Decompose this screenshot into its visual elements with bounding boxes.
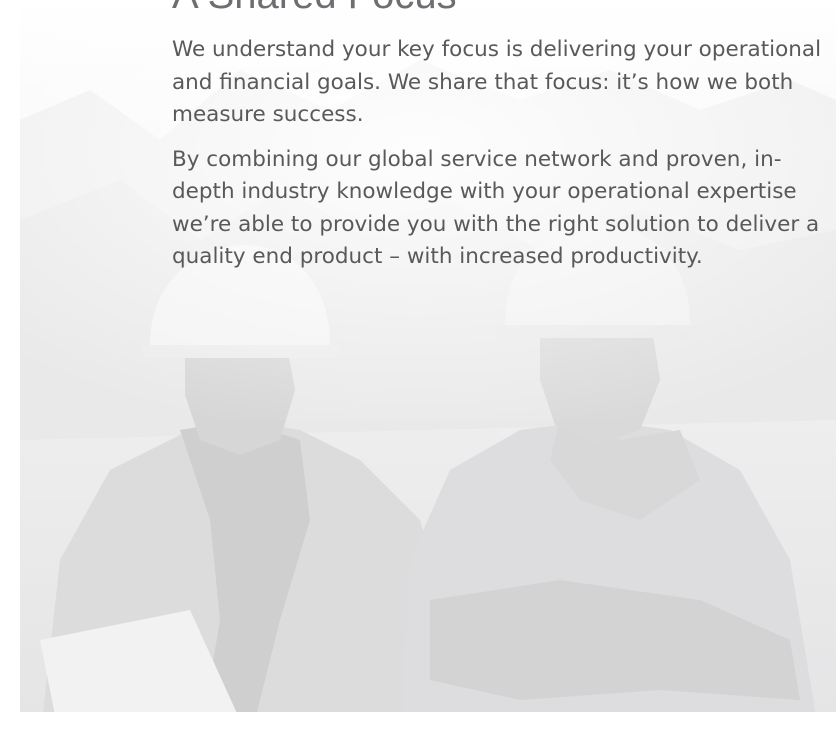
body-copy: We understand your key focus is deliveri… [172, 34, 822, 286]
brochure-page: A Shared Focus We understand your key fo… [0, 0, 836, 740]
section-heading: A Shared Focus [172, 0, 457, 18]
intro-paragraph: We understand your key focus is deliveri… [172, 37, 822, 127]
approach-paragraph: By combining our global service network … [172, 146, 820, 270]
